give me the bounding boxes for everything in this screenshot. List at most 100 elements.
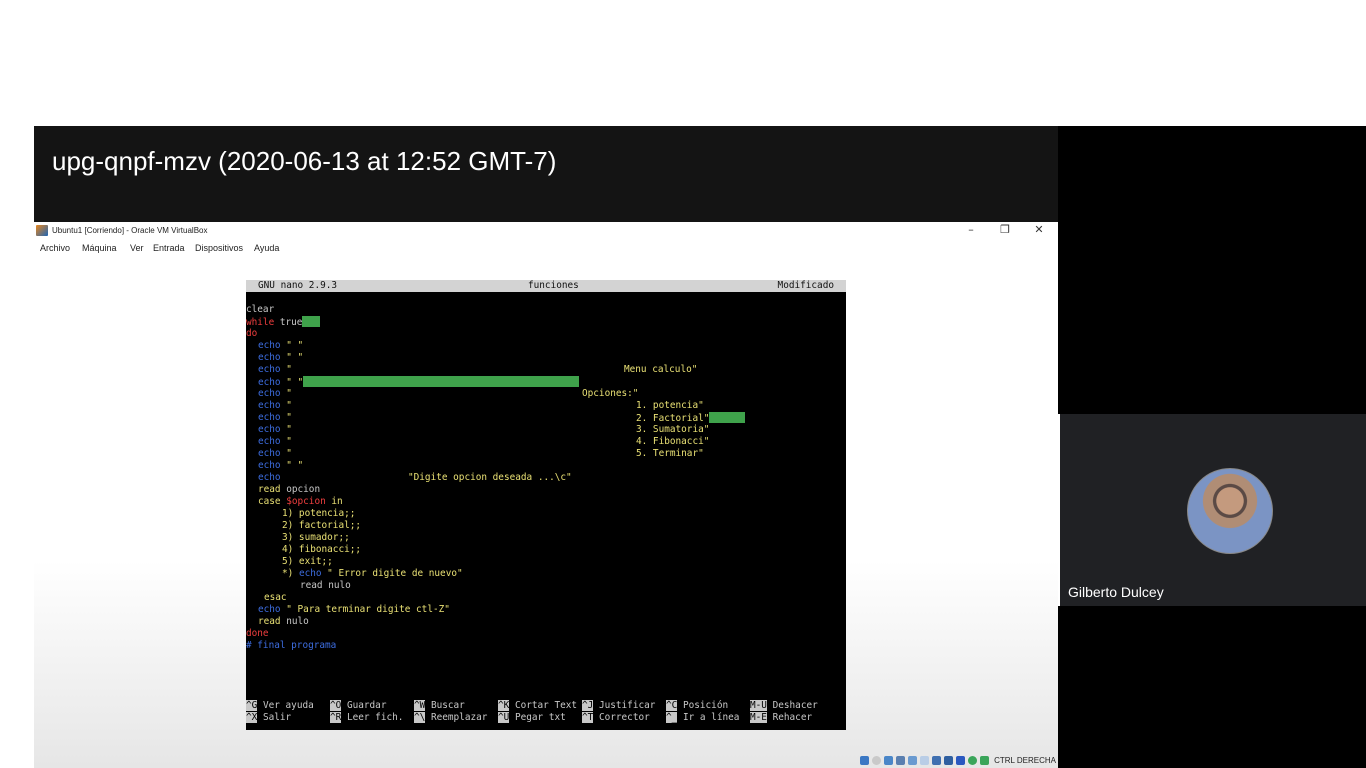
option-string-row: 2. Factorial" [636,412,746,424]
shortcut-position: ^C Posición [666,700,729,711]
code-line: while true [246,316,321,328]
code-echo: echo [258,377,281,388]
audio-icon[interactable] [884,755,894,765]
code-string: " [286,400,292,411]
nano-status: Modificado [777,280,834,291]
code-echo: echo [258,604,281,615]
shortcut-redo: M-E Rehacer [750,712,813,723]
nano-header: GNU nano 2.9.3 funciones Modificado [246,280,846,292]
code-builtin: read [258,484,281,495]
code-string: " [286,412,292,423]
shortcut-replace: ^\ Reemplazar [414,712,488,723]
participant-avatar [1187,468,1273,554]
menu-maquina[interactable]: Máquina [82,243,117,253]
close-button[interactable]: ✕ [1028,222,1050,238]
code-line: echo " " [258,352,303,364]
code-echo: echo [258,424,281,435]
menu-entrada[interactable]: Entrada [153,243,185,253]
code-string: " Error digite de nuevo" [321,568,463,579]
shortcut-exit: ^X Salir [246,712,292,723]
shortcut-help: ^G Ver ayuda [246,700,314,711]
code-line: echo " " [258,460,303,472]
shortcut-search: ^W Buscar [414,700,465,711]
code-echo: echo [258,400,281,411]
code-text: read nulo [300,580,351,591]
case-option: 3) sumador;; [282,532,350,543]
code-text: clear [246,304,275,315]
hard-disk-icon[interactable] [860,755,870,765]
code-echo: echo [258,436,281,447]
mouse-integration-icon[interactable] [968,755,978,765]
code-string: " [286,448,292,459]
nano-filename: funciones [528,280,579,291]
code-line: echo " [258,400,292,412]
code-line: *) echo " Error digite de nuevo" [282,568,463,580]
shared-screen-stage: upg-qnpf-mzv (2020-06-13 at 12:52 GMT-7)… [34,126,1058,768]
code-echo: echo [258,352,281,363]
minimize-button[interactable]: – [960,222,982,238]
menu-ver[interactable]: Ver [130,243,144,253]
nano-version: GNU nano 2.9.3 [258,280,338,291]
host-key-label: CTRL DERECHA [994,755,1056,765]
menu-ayuda[interactable]: Ayuda [254,243,279,253]
case-option: 1) potencia;; [282,508,356,519]
usb-icon[interactable] [908,755,918,765]
code-line: echo " [258,424,292,436]
shared-folders-icon[interactable] [920,755,930,765]
code-keyword: case [258,496,281,507]
optical-drive-icon[interactable] [872,755,882,765]
network-icon[interactable] [896,755,906,765]
case-option: *) [282,568,299,579]
options-string: Opciones:" [582,388,639,399]
keyboard-icon[interactable] [980,755,990,765]
meeting-title: upg-qnpf-mzv (2020-06-13 at 12:52 GMT-7) [52,146,557,176]
code-line: clear [246,304,274,316]
code-keyword: esac [264,592,287,603]
shortcut-undo: M-U Deshacer [750,700,818,711]
menu-archivo[interactable]: Archivo [40,243,70,253]
code-keyword: do [246,328,258,339]
virtualbox-window: Ubuntu1 [Corriendo] - Oracle VM VirtualB… [34,222,1058,768]
participant-name: Gilberto Dulcey [1068,584,1164,600]
code-echo: echo [258,388,281,399]
code-string: " [286,436,292,447]
virtualbox-app-icon [36,225,48,236]
text-highlight [709,412,746,423]
menu-dispositivos[interactable]: Dispositivos [195,243,243,253]
code-echo: echo [258,340,281,351]
vbox-titlebar: Ubuntu1 [Corriendo] - Oracle VM VirtualB… [34,222,1058,240]
code-string: " [286,388,292,399]
shortcut-save: ^O Guardar [330,700,387,711]
code-variable: $opcion [280,496,326,507]
code-string: " " [286,460,304,471]
code-keyword: while [246,317,275,328]
code-line: case $opcion in [258,496,343,508]
code-string: " " [286,352,304,363]
code-string: " Para terminar digite ctl-Z" [280,604,450,615]
code-string: " [286,364,292,375]
code-line: do [246,328,257,340]
shortcut-spell: ^T Corrector [582,712,650,723]
code-line: read nulo [258,616,309,628]
display-icon[interactable] [932,755,942,765]
code-line: echo " [258,364,292,376]
code-echo: echo [258,364,281,375]
option-string: 4. Fibonacci" [636,436,710,447]
recording-icon[interactable] [944,755,954,765]
code-keyword: done [246,628,269,639]
text-highlight [303,376,580,387]
code-line: echo " [258,388,292,400]
code-line: echo " [258,436,292,448]
vbox-statusbar: CTRL DERECHA [860,754,1056,766]
shortcut-cut: ^K Cortar Text [498,700,578,711]
vm-display[interactable]: GNU nano 2.9.3 funciones Modificado clea… [246,280,846,730]
participant-tile[interactable]: Gilberto Dulcey [1060,414,1366,606]
restore-button[interactable]: ❐ [994,222,1016,238]
code-text: true [274,317,303,328]
vbox-menubar: Archivo Máquina Ver Entrada Dispositivos… [34,241,1058,257]
code-string: " " [286,377,304,388]
code-text: nulo [280,616,309,627]
virtualization-icon[interactable] [956,755,966,765]
text-highlight [302,316,321,327]
option-string: 2. Factorial" [636,413,710,424]
